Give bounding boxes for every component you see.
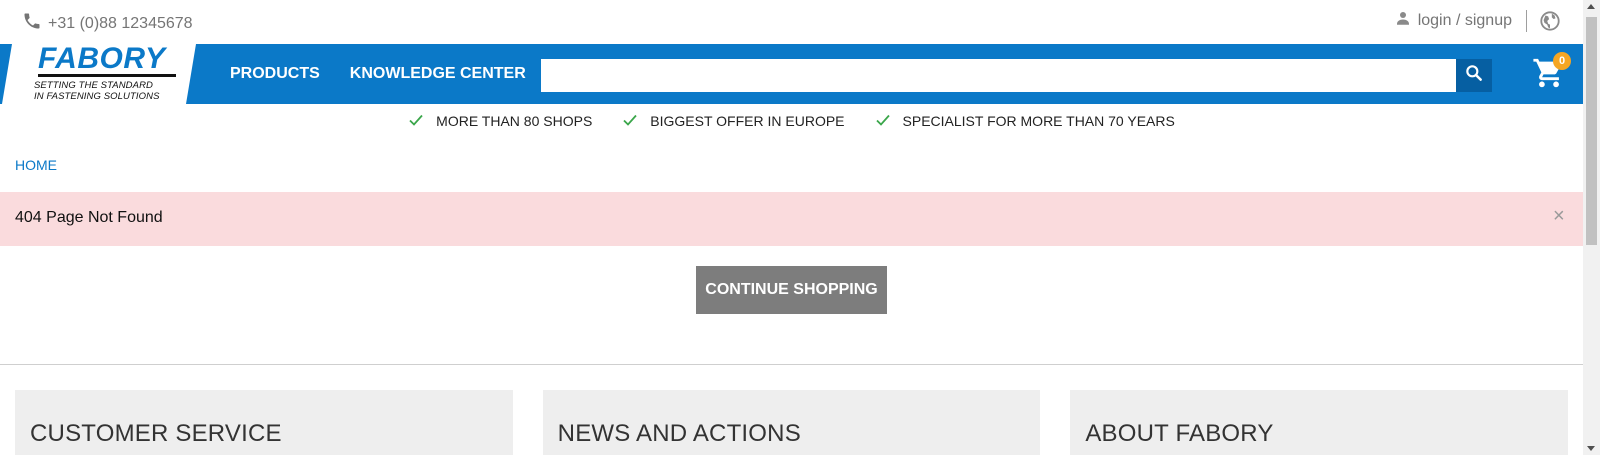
check-icon	[875, 112, 891, 131]
cart-count-badge: 0	[1553, 52, 1571, 70]
usp-item: BIGGEST OFFER IN EUROPE	[622, 112, 845, 131]
scroll-down-arrow[interactable]	[1587, 446, 1595, 451]
close-icon[interactable]: ×	[1553, 205, 1565, 228]
main-nav: PRODUCTS KNOWLEDGE CENTER	[230, 44, 526, 104]
footer-card-customer-service: CUSTOMER SERVICE	[15, 390, 513, 455]
top-bar: +31 (0)88 12345678 login / signup	[0, 0, 1583, 44]
footer-divider	[0, 364, 1583, 365]
scroll-up-arrow[interactable]	[1587, 4, 1595, 9]
logo-tagline-line-2: IN FASTENING SOLUTIONS	[34, 91, 160, 102]
phone-icon	[22, 11, 42, 36]
error-alert: 404 Page Not Found ×	[0, 192, 1583, 246]
alert-message: 404 Page Not Found	[15, 209, 163, 226]
continue-shopping-button[interactable]: CONTINUE SHOPPING	[696, 266, 887, 314]
usp-item: SPECIALIST FOR MORE THAN 70 YEARS	[875, 112, 1175, 131]
check-icon	[622, 112, 638, 131]
phone-contact[interactable]: +31 (0)88 12345678	[22, 11, 193, 36]
scrollbar[interactable]	[1583, 0, 1600, 455]
nav-products[interactable]: PRODUCTS	[230, 65, 320, 83]
user-icon	[1394, 9, 1412, 32]
usp-item: MORE THAN 80 SHOPS	[408, 112, 592, 131]
usp-bar: MORE THAN 80 SHOPS BIGGEST OFFER IN EURO…	[0, 104, 1583, 138]
usp-label: BIGGEST OFFER IN EUROPE	[650, 113, 845, 129]
check-icon	[408, 112, 424, 131]
logo-name: FABORY	[38, 42, 166, 75]
card-title: CUSTOMER SERVICE	[30, 420, 282, 447]
logo-tagline-line-1: SETTING THE STANDARD	[34, 80, 153, 91]
footer-card-news-and-actions: NEWS AND ACTIONS	[542, 390, 1041, 455]
search-icon	[1464, 63, 1484, 88]
breadcrumb-home[interactable]: HOME	[15, 157, 57, 173]
divider	[1526, 9, 1527, 32]
cart-button[interactable]: 0	[1532, 52, 1571, 90]
globe-icon[interactable]	[1539, 10, 1561, 32]
usp-label: SPECIALIST FOR MORE THAN 70 YEARS	[902, 113, 1175, 129]
card-title: NEWS AND ACTIONS	[557, 420, 801, 447]
main-header: FABORY SETTING THE STANDARD IN FASTENING…	[0, 42, 1583, 104]
search-input[interactable]	[541, 59, 1456, 92]
search-bar	[541, 59, 1492, 92]
logo-underline	[38, 74, 176, 77]
login-signup-label: login / signup	[1417, 11, 1512, 29]
footer-card-about-fabory: ABOUT FABORY	[1070, 390, 1569, 455]
card-title: ABOUT FABORY	[1085, 420, 1274, 447]
account-area: login / signup	[1394, 9, 1561, 32]
logo[interactable]: FABORY SETTING THE STANDARD IN FASTENING…	[0, 42, 200, 104]
search-button[interactable]	[1456, 59, 1492, 92]
logo-tagline: SETTING THE STANDARD IN FASTENING SOLUTI…	[34, 80, 160, 102]
login-signup-link[interactable]: login / signup	[1394, 9, 1512, 32]
nav-knowledge-center[interactable]: KNOWLEDGE CENTER	[350, 65, 526, 83]
footer-cards: CUSTOMER SERVICE NEWS AND ACTIONS ABOUT …	[15, 390, 1569, 455]
usp-label: MORE THAN 80 SHOPS	[436, 113, 593, 129]
page: +31 (0)88 12345678 login / signup FABORY…	[0, 0, 1583, 455]
phone-number: +31 (0)88 12345678	[48, 14, 193, 32]
scrollbar-thumb[interactable]	[1586, 17, 1597, 245]
